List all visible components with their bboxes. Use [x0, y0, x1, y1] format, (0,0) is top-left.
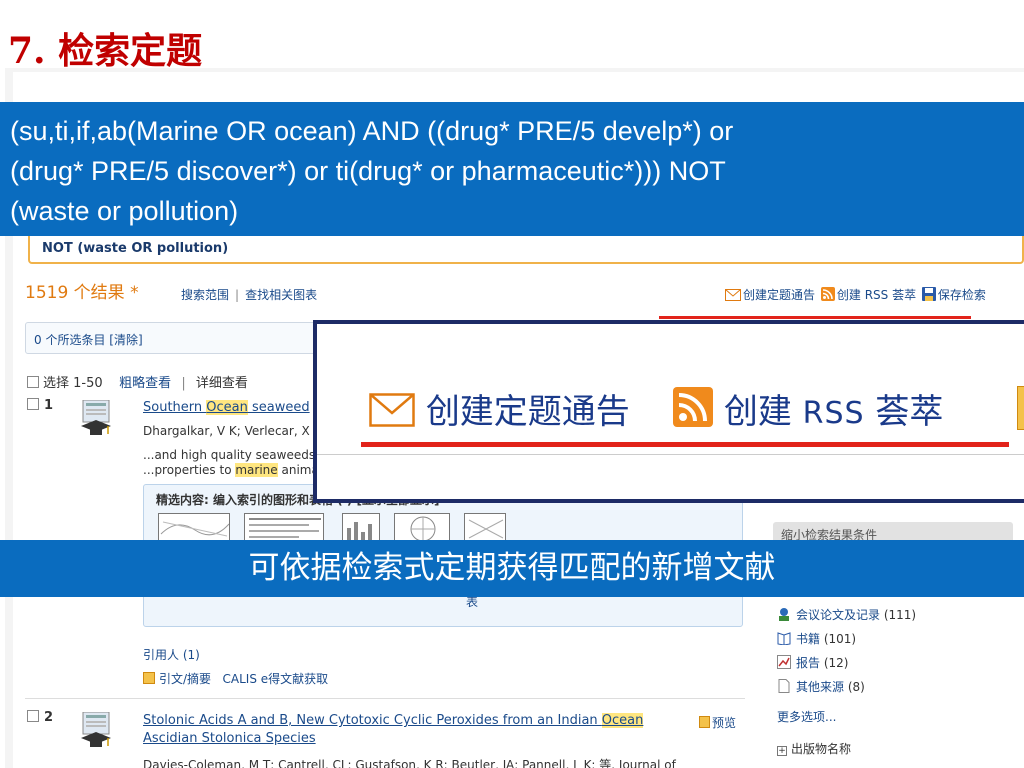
publication-title-facet[interactable]: + 出版物名称	[777, 740, 851, 757]
book-icon	[777, 631, 791, 646]
zoomed-create-rss[interactable]: 创建	[724, 392, 792, 432]
query-line-1: (su,ti,if,ab(Marine OR ocean) AND ((drug…	[10, 116, 734, 146]
query-line-2: (drug* PRE/5 discover*) or ti(drug* or p…	[10, 156, 726, 186]
cited-by-link[interactable]: 引用人 (1)	[143, 646, 200, 663]
alert-toolbar: 创建定题通告 创建 RSS 荟萃 保存检索	[723, 286, 986, 304]
create-alert-link[interactable]: 创建定题通告	[743, 288, 815, 302]
record-1-number: 1	[27, 398, 53, 413]
view-options-row: 选择 1-50 粗略查看 | 详细查看	[27, 372, 248, 391]
save-search-link[interactable]: 保存检索	[938, 288, 986, 302]
record-2-checkbox[interactable]	[27, 710, 39, 722]
envelope-icon	[369, 393, 415, 436]
save-disk-icon	[921, 287, 936, 304]
query-tail-text: NOT (waste OR pollution)	[42, 241, 229, 256]
zoomed-rss-suffix: 荟萃	[875, 392, 944, 432]
record-1-authors: Dhargalkar, V K; Verlecar, X	[143, 424, 310, 438]
zoomed-rss-word: RSS	[802, 396, 865, 431]
query-banner: (su,ti,if,ab(Marine OR ocean) AND ((drug…	[0, 102, 1024, 236]
rss-feed-label[interactable]: RSS 荟萃	[865, 288, 916, 302]
conference-icon	[777, 607, 791, 621]
refine-item-reports[interactable]: 报告 (12)	[777, 654, 848, 671]
save-disk-icon	[1017, 386, 1024, 430]
abstract-icon	[143, 672, 155, 684]
abstract-row: 引文/摘要 CALIS e得文献获取	[143, 670, 328, 687]
record-1-checkbox[interactable]	[27, 398, 39, 410]
detail-view-link[interactable]: 详细查看	[196, 376, 248, 391]
zoomed-create-alert[interactable]: 创建定题通告	[426, 392, 630, 432]
scholarly-journal-icon	[79, 711, 113, 750]
expand-plus-icon[interactable]: +	[777, 746, 787, 756]
document-icon	[777, 679, 791, 693]
figure-thumbnail[interactable]	[158, 513, 230, 543]
create-rss-link[interactable]: 创建	[837, 288, 861, 302]
envelope-icon	[725, 289, 741, 304]
refine-item-books[interactable]: 书籍 (101)	[777, 630, 856, 647]
record-2-number: 2	[27, 710, 53, 725]
calis-link[interactable]: CALIS e得文献获取	[223, 672, 329, 686]
highlight-underline	[659, 316, 971, 319]
record-2-title[interactable]: Stolonic Acids A and B, New Cytotoxic Cy…	[143, 712, 644, 748]
scholarly-journal-icon	[79, 399, 113, 438]
record-2-authors: Davies-Coleman, M T; Cantrell, CL; Gusta…	[143, 758, 676, 768]
select-all-checkbox[interactable]	[27, 376, 39, 388]
preview-link[interactable]: 预览	[699, 714, 736, 731]
query-line-3: (waste or pollution)	[10, 196, 239, 226]
brief-view-link[interactable]: 粗略查看	[119, 376, 171, 391]
view-separator: |	[181, 376, 186, 391]
preview-icon	[699, 716, 710, 728]
caption-banner: 可依据检索式定期获得匹配的新增文献	[0, 540, 1024, 597]
refine-item-other-sources[interactable]: 其他来源 (8)	[777, 678, 865, 695]
result-links: 搜索范围 | 查找相关图表	[181, 286, 317, 303]
figure-thumbnail[interactable]	[244, 513, 324, 543]
refine-item-conference[interactable]: 会议论文及记录 (111)	[777, 606, 916, 623]
record-divider	[25, 698, 745, 699]
figure-thumbnail[interactable]	[464, 513, 506, 543]
zoomed-alert-row: 创建定题通告 创建 RSS 荟萃	[369, 384, 943, 436]
result-count: 1519 个结果 *	[25, 283, 139, 303]
figure-thumbnail[interactable]	[342, 513, 380, 543]
select-range-label: 选择 1-50	[43, 376, 103, 391]
record-1-title[interactable]: Southern Ocean seaweed	[143, 400, 310, 415]
report-icon	[777, 655, 791, 669]
find-related-link[interactable]: 查找相关图表	[245, 288, 317, 302]
zoomed-alert-callout: 创建定题通告 创建 RSS 荟萃	[313, 320, 1024, 503]
more-options-link[interactable]: 更多选项...	[777, 708, 836, 725]
rss-icon	[673, 387, 714, 436]
slide-title: 7. 检索定题	[8, 30, 203, 72]
rss-icon	[820, 287, 835, 304]
zoomed-red-underline	[361, 442, 1009, 447]
abstract-link[interactable]: 引文/摘要	[159, 672, 211, 686]
zoomed-divider	[317, 454, 1024, 455]
figure-thumbnail[interactable]	[394, 513, 450, 543]
record-1-snippet: ...and high quality seaweeds. ...propert…	[143, 448, 319, 477]
search-scope-link[interactable]: 搜索范围	[181, 288, 229, 302]
link-separator: |	[235, 288, 240, 302]
